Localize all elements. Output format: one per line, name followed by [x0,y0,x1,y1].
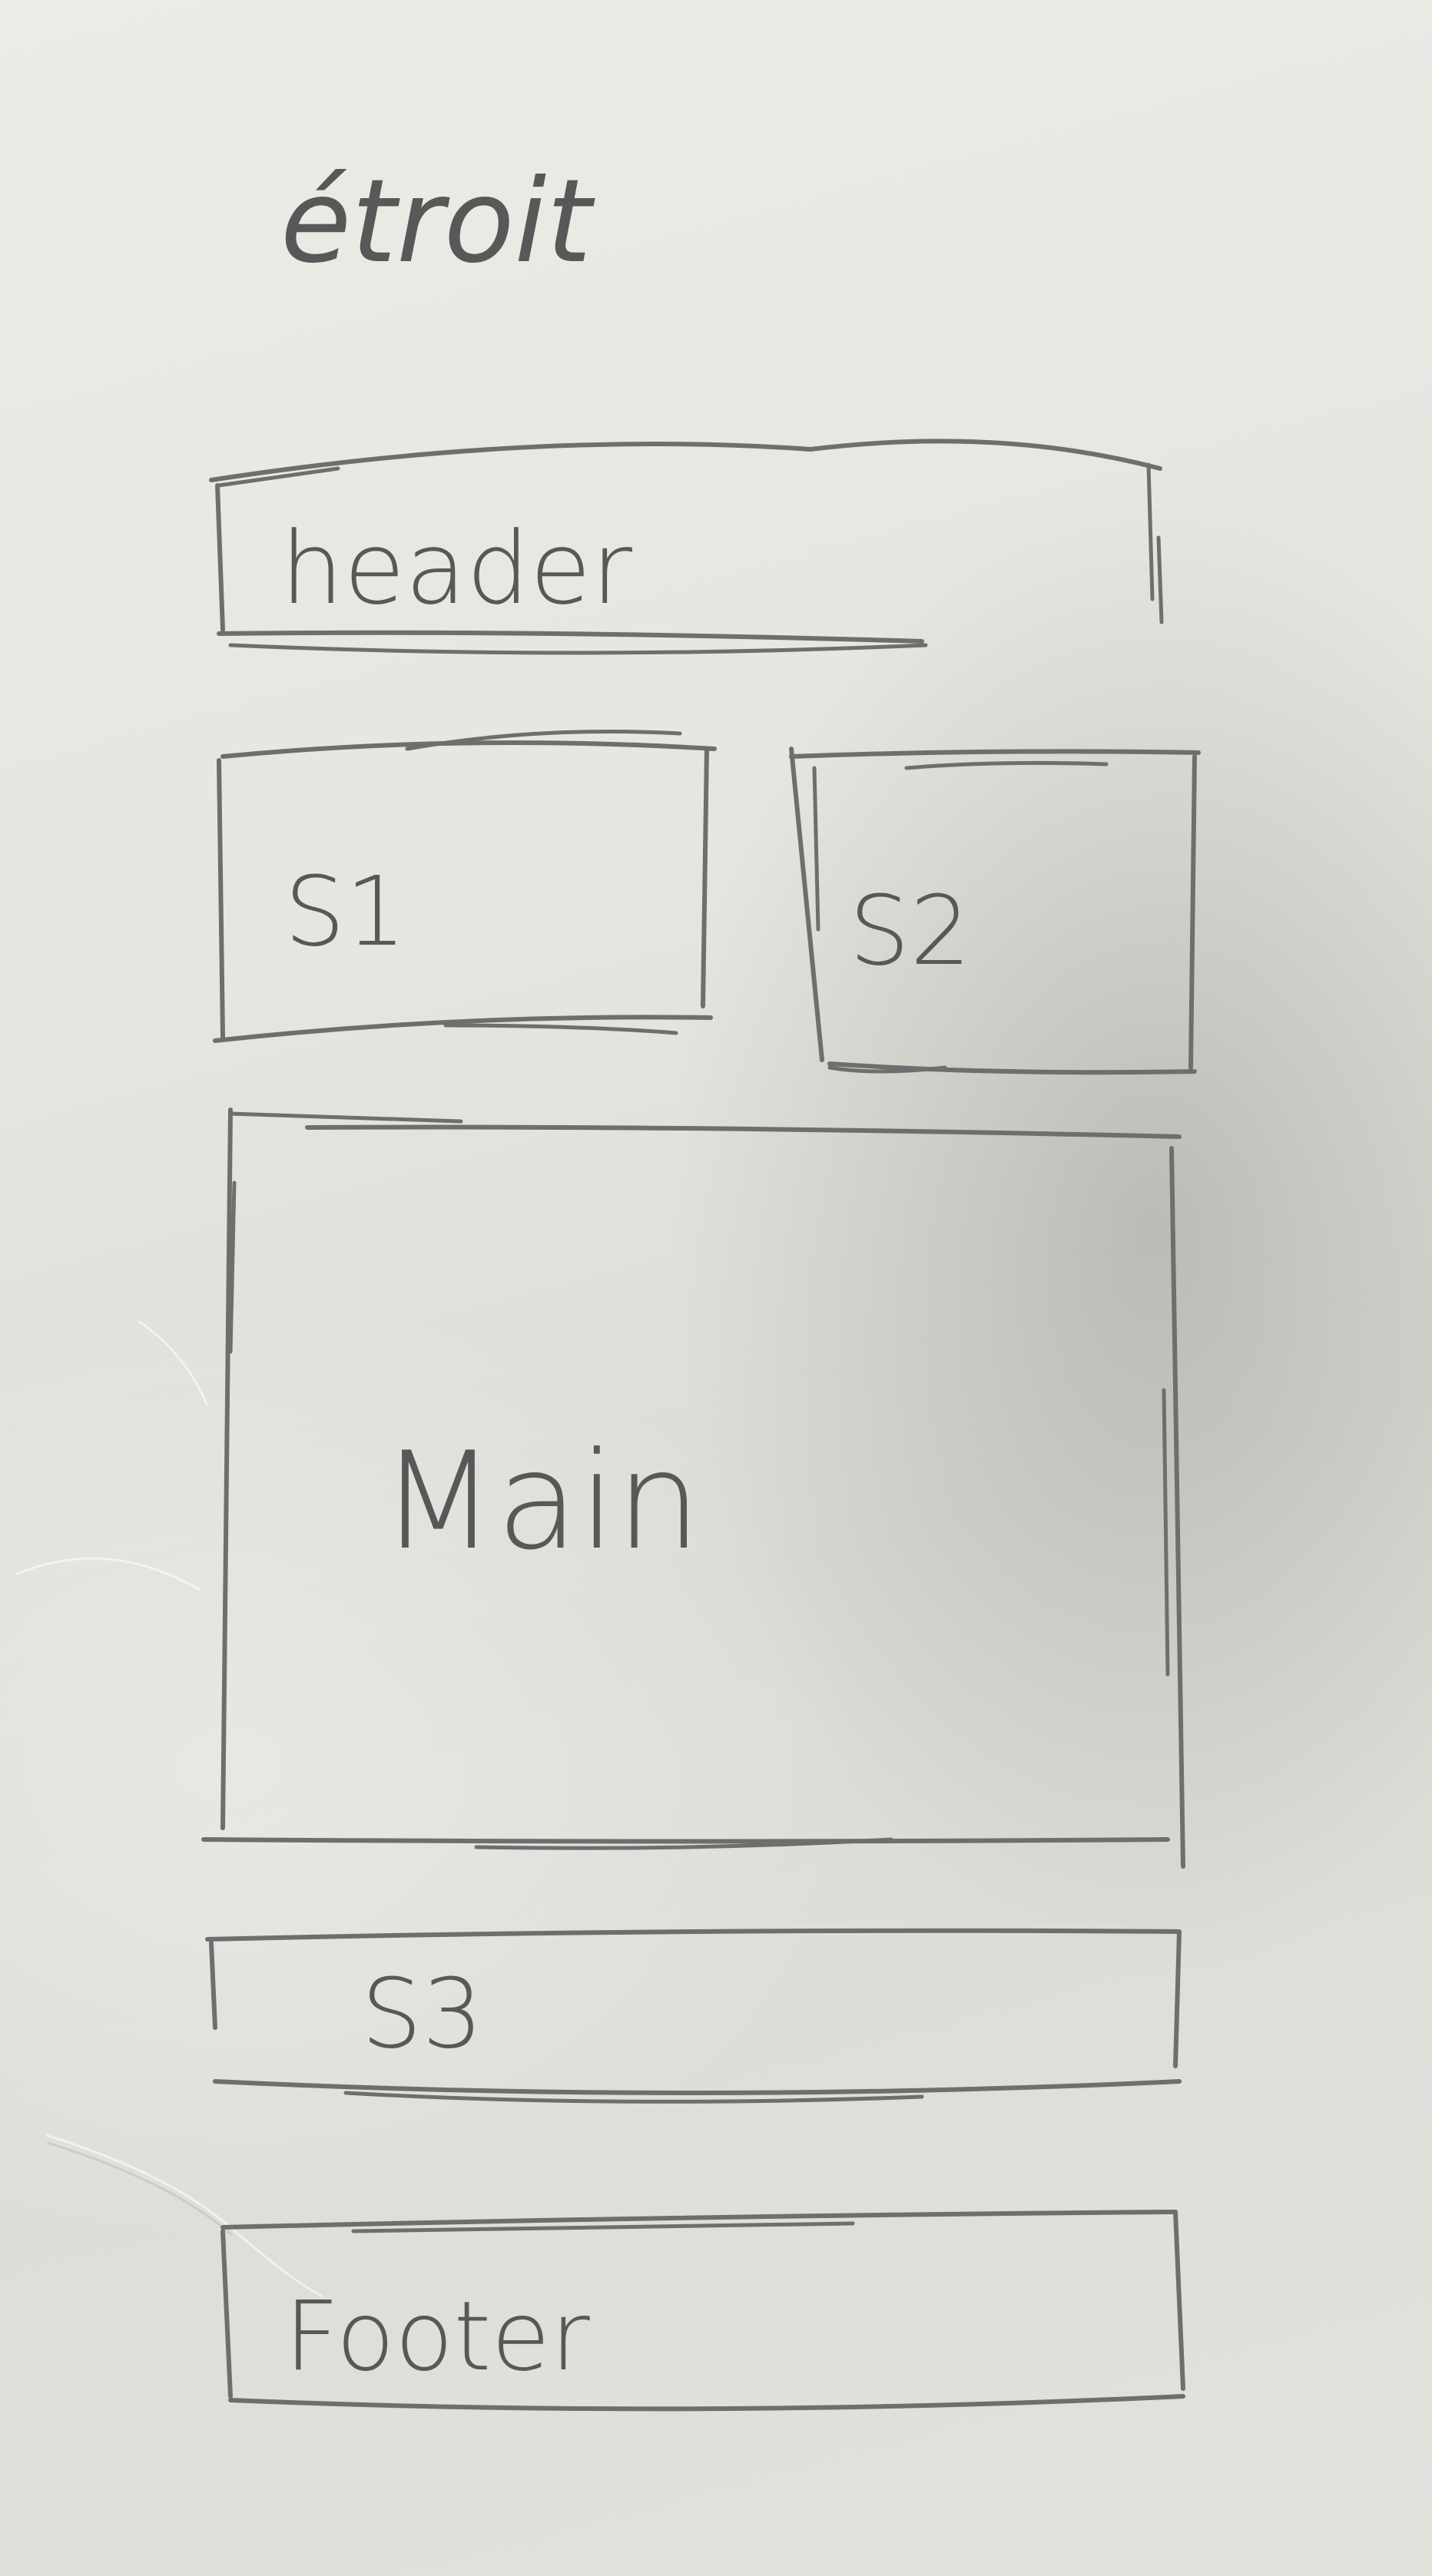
wireframe-sketch: étroit header S1 S2 Main S3 Footer [15,155,1201,2412]
page-title: étroit [280,155,595,289]
s1-block: S1 [213,730,717,1043]
footer-label: Footer [284,2281,590,2392]
s3-label: S3 [361,1958,483,2070]
s2-label: S2 [849,876,971,987]
s1-label: S1 [284,856,406,968]
header-block: header [209,439,1164,655]
s2-block: S2 [789,747,1201,1075]
header-label: header [280,510,633,627]
main-block: Main [201,1108,1185,1869]
main-label: Main [380,1424,701,1580]
paper-creases [15,1319,323,2298]
footer-block: Footer [220,2210,1185,2412]
s3-block: S3 [205,1928,1182,2104]
